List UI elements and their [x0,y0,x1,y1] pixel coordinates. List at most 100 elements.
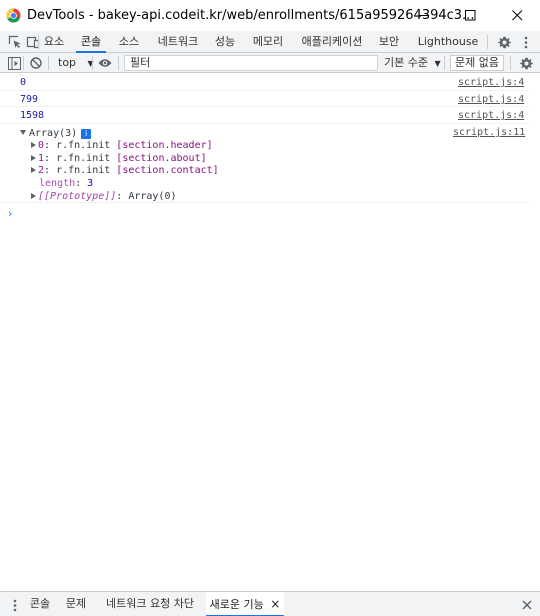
toolbar-divider [92,56,93,70]
toolbar-divider [444,56,445,70]
drawer-tab-issues[interactable]: 문제 [61,592,91,616]
expand-triangle-icon [31,167,36,173]
item-separator: : [44,153,57,164]
item-constructor: r.fn.init [56,165,117,176]
eye-icon [98,59,112,67]
prototype-key: [[Prototype]] [38,191,117,202]
tab-network[interactable]: 네트워크 [155,31,201,53]
console-toolbar: top ▼ 필터 기본 수준 ▼ 문제 없음 [0,53,540,73]
gear-icon [519,57,533,69]
item-constructor: r.fn.init [56,140,117,151]
block-icon [30,57,42,69]
drawer-tab-whats-new[interactable]: 새로운 기능 × [206,592,284,616]
array-header[interactable]: Array(3) i [20,128,92,140]
item-selector: [section.header] [116,140,213,151]
sidebar-toggle-icon [7,56,21,70]
source-link[interactable]: script.js:4 [458,110,524,122]
settings-button[interactable] [496,34,512,50]
array-item[interactable]: 1: r.fn.init [section.about] [31,153,207,165]
context-label: top [58,56,77,69]
item-selector: [section.about] [116,153,207,164]
close-icon [522,600,532,610]
toolbar-divider [48,56,49,70]
log-value: 799 [20,94,39,105]
console-message-array: Array(3) i script.js:11 0: r.fn.init [sec… [0,124,530,203]
chrome-icon [6,8,21,23]
array-item[interactable]: 0: r.fn.init [section.header] [31,140,213,152]
inspect-icon [8,35,21,48]
drawer-tab-label: 새로운 기능 [209,598,264,611]
expand-triangle-icon [31,155,36,161]
length-value: 3 [87,178,94,189]
length-separator: : [75,178,88,189]
window-titlebar: DevTools - bakey-api.codeit.kr/web/enrol… [0,0,540,31]
toolbar-divider [23,56,24,70]
item-separator: : [44,140,57,151]
source-link[interactable]: script.js:11 [453,127,525,139]
tab-lighthouse[interactable]: Lighthouse [417,31,479,53]
toolbar-divider [118,56,119,70]
console-message: 0 script.js:4 [0,74,530,91]
item-separator: : [44,165,57,176]
minimize-button[interactable] [401,0,447,31]
toolbar-divider [510,56,511,70]
close-drawer-button[interactable] [519,597,535,613]
clear-console-button[interactable] [28,55,44,71]
more-vertical-icon [524,36,528,48]
prototype-separator: : [116,191,129,202]
item-constructor: r.fn.init [56,153,117,164]
console-settings-button[interactable] [518,55,534,71]
dropdown-arrow-icon: ▼ [434,59,441,68]
drawer-tab-console[interactable]: 콘솔 [25,592,55,616]
more-options-button[interactable] [518,34,534,50]
console-output[interactable]: 0 script.js:4 799 script.js:4 1598 scrip… [0,74,540,591]
close-window-button[interactable] [494,0,540,31]
tab-memory[interactable]: 메모리 [250,31,286,53]
maximize-button[interactable] [447,0,493,31]
log-levels-dropdown[interactable]: 기본 수준 ▼ [384,55,441,71]
maximize-icon [464,10,475,21]
drawer-tabbar: 콘솔 문제 네트워크 요청 차단 새로운 기능 × [0,591,540,616]
context-selector[interactable]: top ▼ [53,55,94,71]
drawer-tab-network-request-blocking[interactable]: 네트워크 요청 차단 [104,592,196,616]
expand-triangle-icon [31,193,36,199]
drawer-more-button[interactable] [7,597,23,613]
show-sidebar-button[interactable] [6,55,22,71]
toolbar-divider [487,35,488,49]
log-value: 0 [20,77,27,88]
inspect-element-button[interactable] [7,34,23,50]
info-icon[interactable]: i [81,129,92,139]
array-item[interactable]: 2: r.fn.init [section.contact] [31,165,219,177]
array-length: length: 3 [39,178,93,190]
log-levels-label: 기본 수준 [384,56,428,69]
array-summary: Array(3) [29,128,78,139]
minimize-icon [418,15,429,16]
live-expression-button[interactable] [97,55,113,71]
devtools-tabbar: 요소 콘솔 소스 네트워크 성능 메모리 애플리케이션 보안 Lighthous… [0,31,540,53]
close-icon [511,10,522,21]
tab-sources[interactable]: 소스 [116,31,142,53]
console-message: 1598 script.js:4 [0,107,530,124]
gear-icon [497,36,511,48]
toolbar-divider [38,35,39,49]
array-prototype[interactable]: [[Prototype]]: Array(0) [31,191,177,203]
tab-performance[interactable]: 성능 [212,31,238,53]
filter-input[interactable]: 필터 [124,55,378,71]
console-prompt-icon[interactable]: › [8,207,12,220]
tab-elements[interactable]: 요소 [41,31,67,53]
log-value: 1598 [20,110,45,121]
source-link[interactable]: script.js:4 [458,77,524,89]
close-icon[interactable]: × [270,597,280,611]
tab-application[interactable]: 애플리케이션 [299,31,365,53]
more-vertical-icon [13,599,17,611]
tab-console[interactable]: 콘솔 [76,31,106,53]
collapse-triangle-icon [20,130,26,135]
expand-triangle-icon [31,142,36,148]
tab-security[interactable]: 보안 [376,31,402,53]
item-selector: [section.contact] [116,165,219,176]
length-key: length [39,178,76,189]
prototype-value: Array(0) [128,191,177,202]
console-message: 799 script.js:4 [0,91,530,107]
source-link[interactable]: script.js:4 [458,94,524,106]
issues-button[interactable]: 문제 없음 [450,55,504,71]
